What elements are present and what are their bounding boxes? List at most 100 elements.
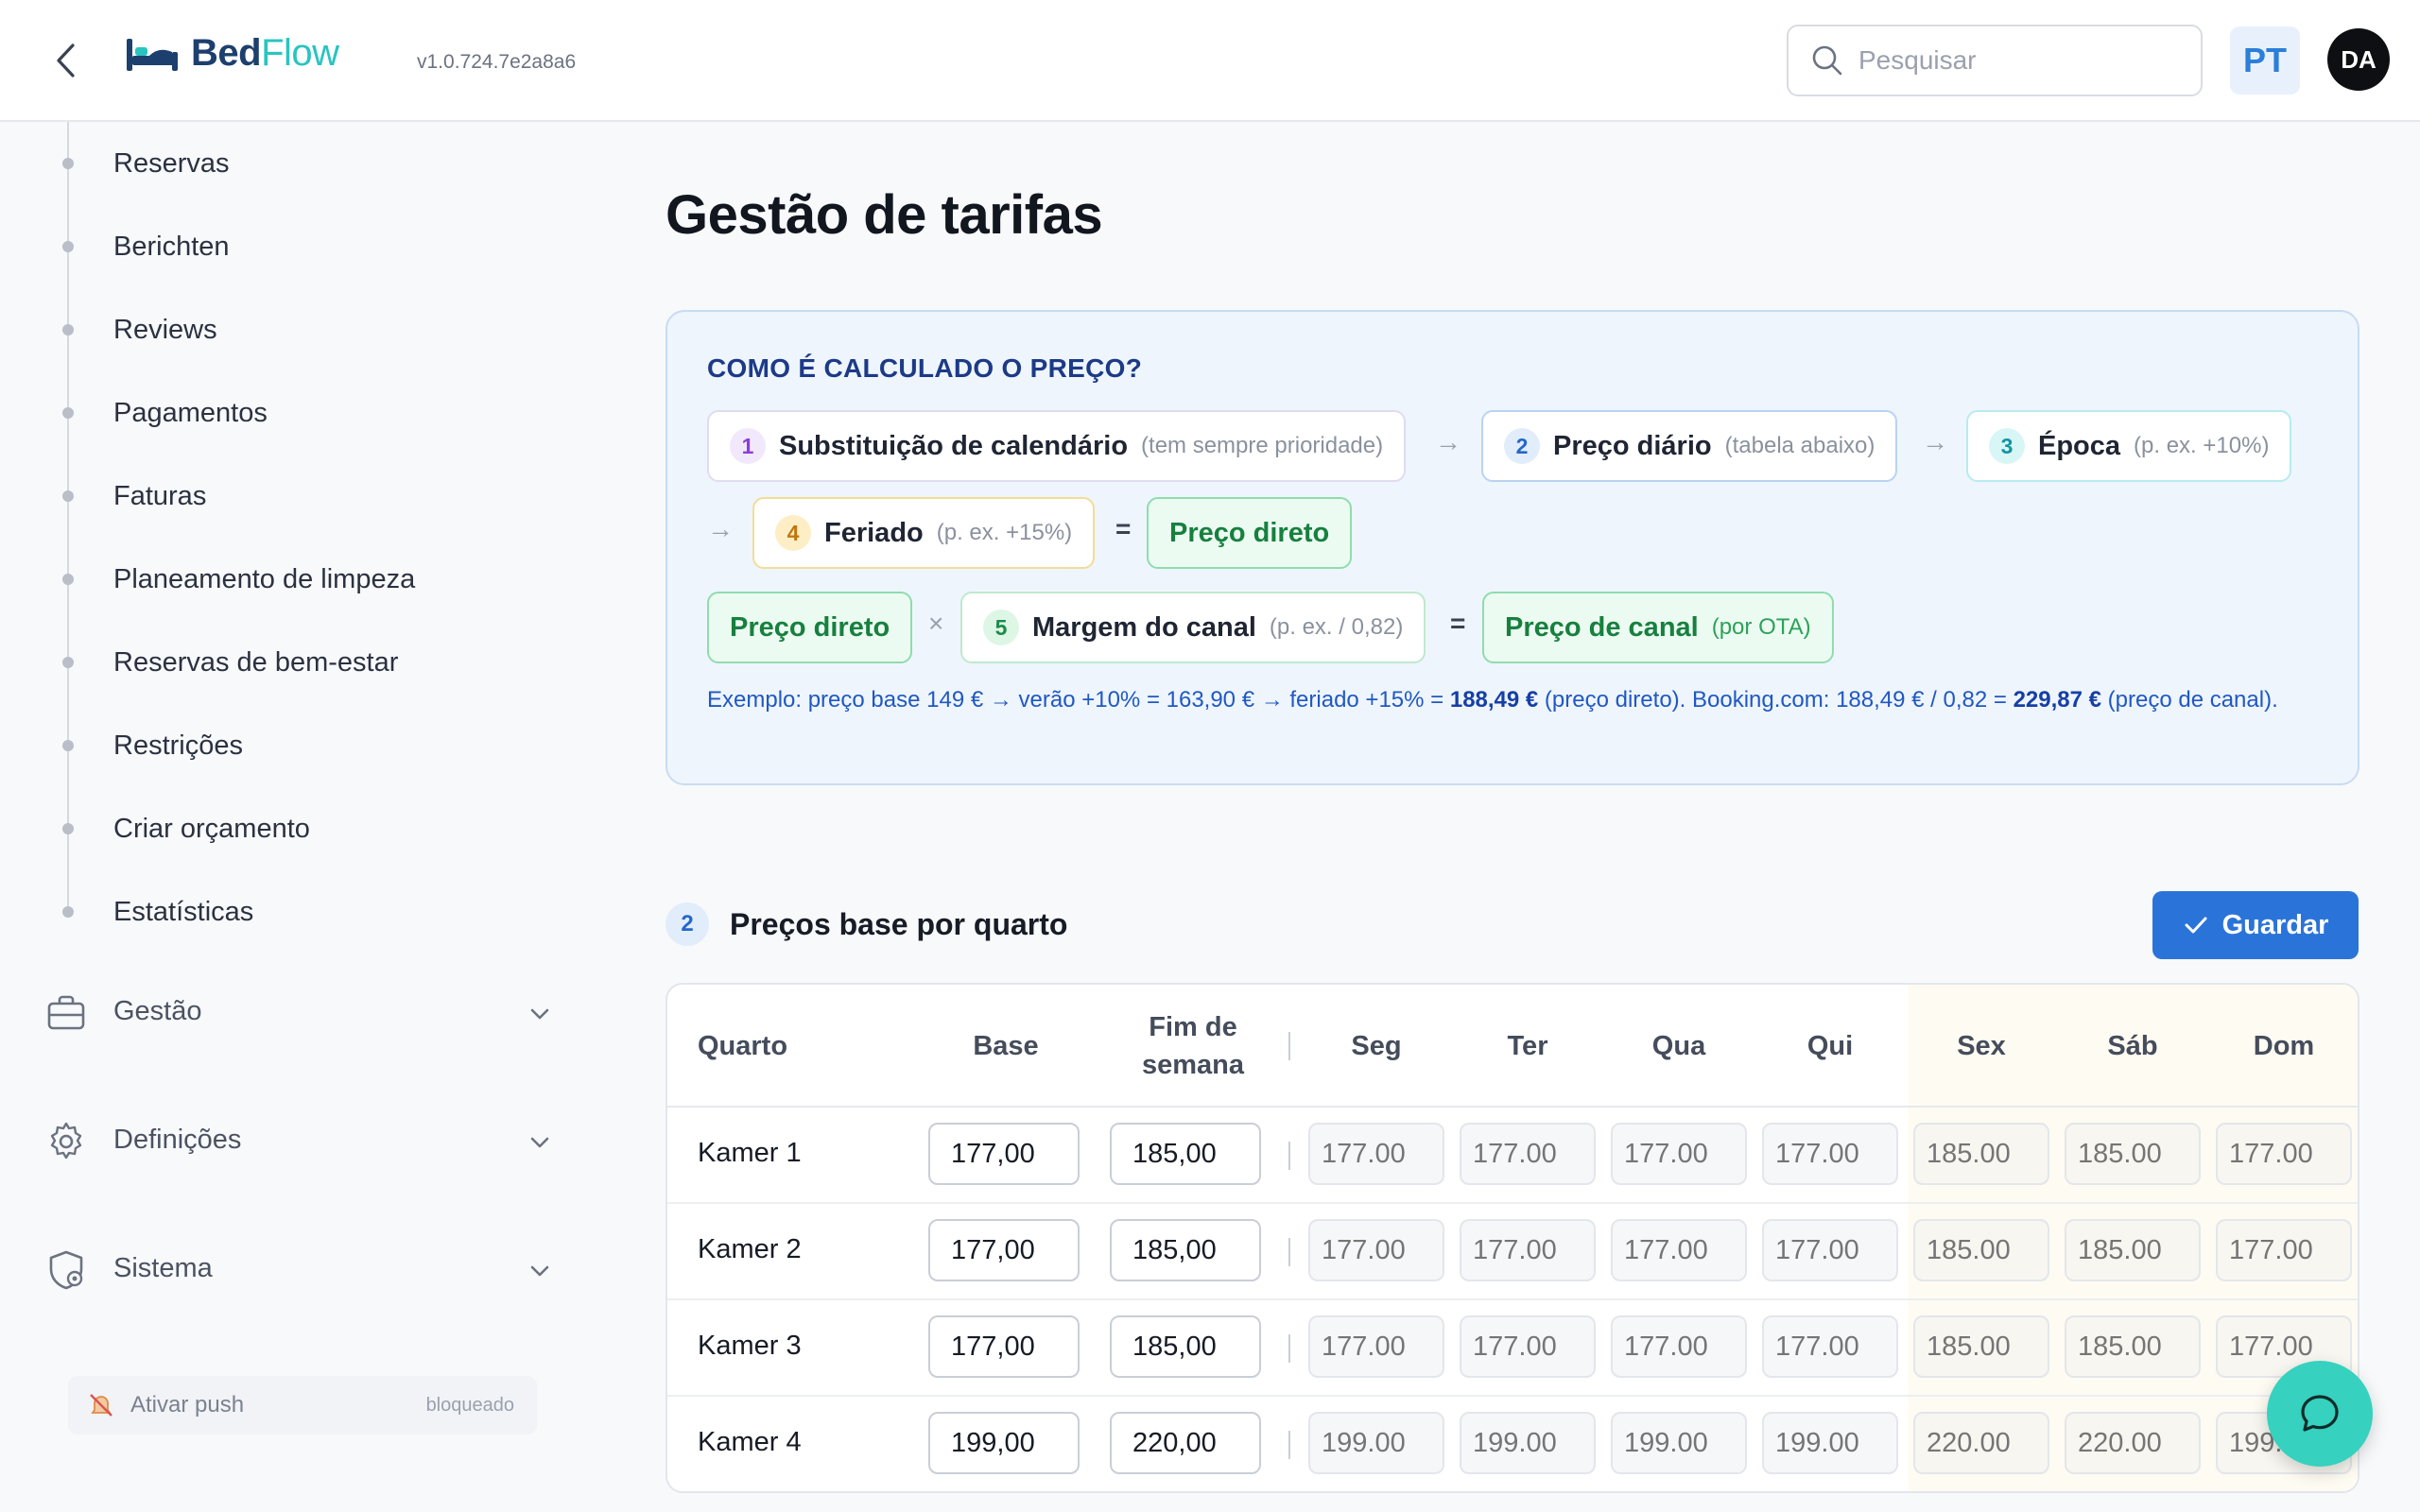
step-number: 4 <box>775 515 811 551</box>
back-button[interactable] <box>45 38 87 83</box>
sidebar-group-label: Sistema <box>113 1253 213 1283</box>
base-price-input[interactable] <box>928 1412 1080 1474</box>
weekend-price-input[interactable] <box>1110 1219 1261 1281</box>
day-price-input[interactable] <box>1611 1315 1747 1378</box>
chat-bubble-icon <box>2301 1395 2339 1432</box>
step-number: 1 <box>730 428 766 464</box>
weekend-price-input[interactable] <box>1110 1412 1261 1474</box>
user-avatar[interactable]: DA <box>2327 28 2390 91</box>
table-row: Kamer 2 <box>667 1204 2358 1300</box>
sidebar-group-sistema[interactable]: Sistema <box>0 1232 567 1308</box>
chevron-down-icon <box>530 1265 549 1277</box>
table-row: Kamer 1 <box>667 1108 2358 1204</box>
sidebar-item-planeamento-limpeza[interactable]: Planeamento de limpeza <box>0 551 529 608</box>
base-price-input[interactable] <box>928 1315 1080 1378</box>
sidebar: Reservas Berichten Reviews Pagamentos Fa… <box>0 122 586 1512</box>
day-price-input[interactable] <box>1611 1123 1747 1185</box>
day-price-input[interactable] <box>1913 1315 2049 1378</box>
page-title: Gestão de tarifas <box>666 184 1103 246</box>
info-heading: COMO É CALCULADO O PREÇO? <box>707 353 1143 383</box>
room-name: Kamer 2 <box>698 1234 802 1264</box>
day-price-input[interactable] <box>1308 1219 1444 1281</box>
day-price-input[interactable] <box>1913 1219 2049 1281</box>
price-calculation-info: COMO É CALCULADO O PREÇO? 1 Substituição… <box>666 310 2360 785</box>
enable-push-button[interactable]: Ativar push bloqueado <box>68 1376 537 1435</box>
chat-button[interactable] <box>2267 1361 2373 1467</box>
sidebar-item-estatisticas[interactable]: Estatísticas <box>0 884 529 940</box>
bullet-icon <box>62 823 74 834</box>
step-name: Margem do canal <box>1032 611 1256 643</box>
arrow-icon: → <box>1922 427 1948 456</box>
day-price-input[interactable] <box>1460 1315 1596 1378</box>
sidebar-item-reservas[interactable]: Reservas <box>0 135 529 192</box>
sidebar-group-gestao[interactable]: Gestão <box>0 975 567 1051</box>
step-hint: (p. ex. +10%) <box>2134 433 2270 458</box>
channel-price-result: Preço de canal (por OTA) <box>1482 592 1834 663</box>
save-button[interactable]: Guardar <box>2152 891 2359 959</box>
search-box[interactable] <box>1787 25 2203 96</box>
top-bar: BedFlow v1.0.724.7e2a8a6 PT DA <box>0 0 2420 122</box>
weekend-price-input[interactable] <box>1110 1315 1261 1378</box>
sidebar-item-label: Estatísticas <box>113 896 254 927</box>
gear-icon <box>50 1122 82 1160</box>
column-divider <box>1288 1334 1290 1363</box>
day-price-input[interactable] <box>1913 1412 2049 1474</box>
section-title: Preços base por quarto <box>730 906 1068 941</box>
day-price-input[interactable] <box>1460 1123 1596 1185</box>
sidebar-item-reservas-bem-estar[interactable]: Reservas de bem-estar <box>0 634 529 691</box>
bullet-icon <box>62 740 74 751</box>
language-button[interactable]: PT <box>2230 26 2300 94</box>
column-divider <box>1288 1238 1290 1266</box>
day-price-input[interactable] <box>1611 1219 1747 1281</box>
day-price-input[interactable] <box>1308 1123 1444 1185</box>
day-price-input[interactable] <box>1762 1315 1898 1378</box>
app-logo[interactable]: BedFlow <box>125 32 339 75</box>
sidebar-item-berichten[interactable]: Berichten <box>0 218 529 275</box>
day-price-input[interactable] <box>1762 1219 1898 1281</box>
day-price-input[interactable] <box>2065 1412 2201 1474</box>
day-price-input[interactable] <box>2065 1123 2201 1185</box>
day-price-input[interactable] <box>1460 1219 1596 1281</box>
day-price-input[interactable] <box>1762 1123 1898 1185</box>
day-price-input[interactable] <box>1460 1412 1596 1474</box>
channel-price-label: Preço de canal <box>1505 611 1699 643</box>
day-price-input[interactable] <box>2216 1123 2352 1185</box>
sidebar-group-definicoes[interactable]: Definições <box>0 1104 567 1179</box>
bullet-icon <box>62 574 74 585</box>
base-price-input[interactable] <box>928 1219 1080 1281</box>
sidebar-item-label: Pagamentos <box>113 397 268 428</box>
base-price-input[interactable] <box>928 1123 1080 1185</box>
sidebar-item-pagamentos[interactable]: Pagamentos <box>0 385 529 441</box>
day-price-input[interactable] <box>1913 1123 2049 1185</box>
app-version: v1.0.724.7e2a8a6 <box>417 51 577 73</box>
room-name: Kamer 3 <box>698 1331 802 1361</box>
step-season: 3 Época (p. ex. +10%) <box>1966 410 2292 482</box>
step-hint: (p. ex. / 0,82) <box>1269 614 1404 640</box>
sidebar-item-faturas[interactable]: Faturas <box>0 468 529 524</box>
step-calendar-override: 1 Substituição de calendário (tem sempre… <box>707 410 1407 482</box>
step-name: Época <box>2038 430 2121 461</box>
day-price-input[interactable] <box>2216 1219 2352 1281</box>
sidebar-item-label: Faturas <box>113 480 207 511</box>
sidebar-item-reviews[interactable]: Reviews <box>0 301 529 358</box>
sidebar-item-label: Planeamento de limpeza <box>113 563 416 594</box>
weekend-price-input[interactable] <box>1110 1123 1261 1185</box>
day-price-input[interactable] <box>1308 1315 1444 1378</box>
search-icon <box>1812 45 1842 76</box>
arrow-icon: → <box>707 514 734 543</box>
day-price-input[interactable] <box>1611 1412 1747 1474</box>
base-prices-table: Quarto Base Fim de semana Seg Ter Qua Qu… <box>666 983 2360 1493</box>
sidebar-item-restricoes[interactable]: Restrições <box>0 717 529 774</box>
day-price-input[interactable] <box>1762 1412 1898 1474</box>
save-label: Guardar <box>2221 909 2329 940</box>
day-price-input[interactable] <box>1308 1412 1444 1474</box>
step-number: 5 <box>983 610 1019 645</box>
search-input[interactable] <box>1858 45 2161 76</box>
step-name: Preço diário <box>1553 430 1712 461</box>
table-header: Quarto Base Fim de semana Seg Ter Qua Qu… <box>667 985 2358 1108</box>
day-price-input[interactable] <box>2065 1219 2201 1281</box>
day-price-input[interactable] <box>2065 1315 2201 1378</box>
column-header-base: Base <box>973 1031 1039 1061</box>
sidebar-item-criar-orcamento[interactable]: Criar orçamento <box>0 800 529 857</box>
column-header-day: Sex <box>1957 1031 2006 1061</box>
